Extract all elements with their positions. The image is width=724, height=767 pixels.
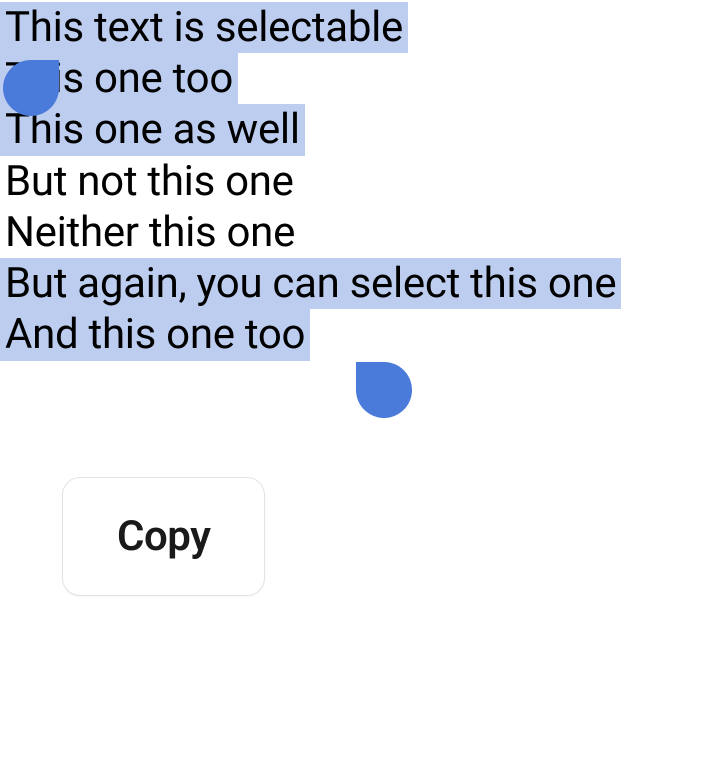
text-line-6[interactable]: But again, you can select this one xyxy=(0,258,621,309)
text-line-3[interactable]: This one as well xyxy=(0,104,305,155)
selection-handle-start-icon[interactable] xyxy=(3,60,59,116)
text-line-5[interactable]: Neither this one xyxy=(0,207,300,258)
text-line-4[interactable]: But not this one xyxy=(0,156,299,207)
copy-button-label: Copy xyxy=(117,512,210,561)
copy-button[interactable]: Copy xyxy=(62,477,265,596)
text-line-1[interactable]: This text is selectable xyxy=(0,2,408,53)
selection-handle-end-icon[interactable] xyxy=(356,362,412,418)
text-container: This text is selectable This one too Thi… xyxy=(0,0,724,361)
text-line-7[interactable]: And this one too xyxy=(0,309,310,360)
